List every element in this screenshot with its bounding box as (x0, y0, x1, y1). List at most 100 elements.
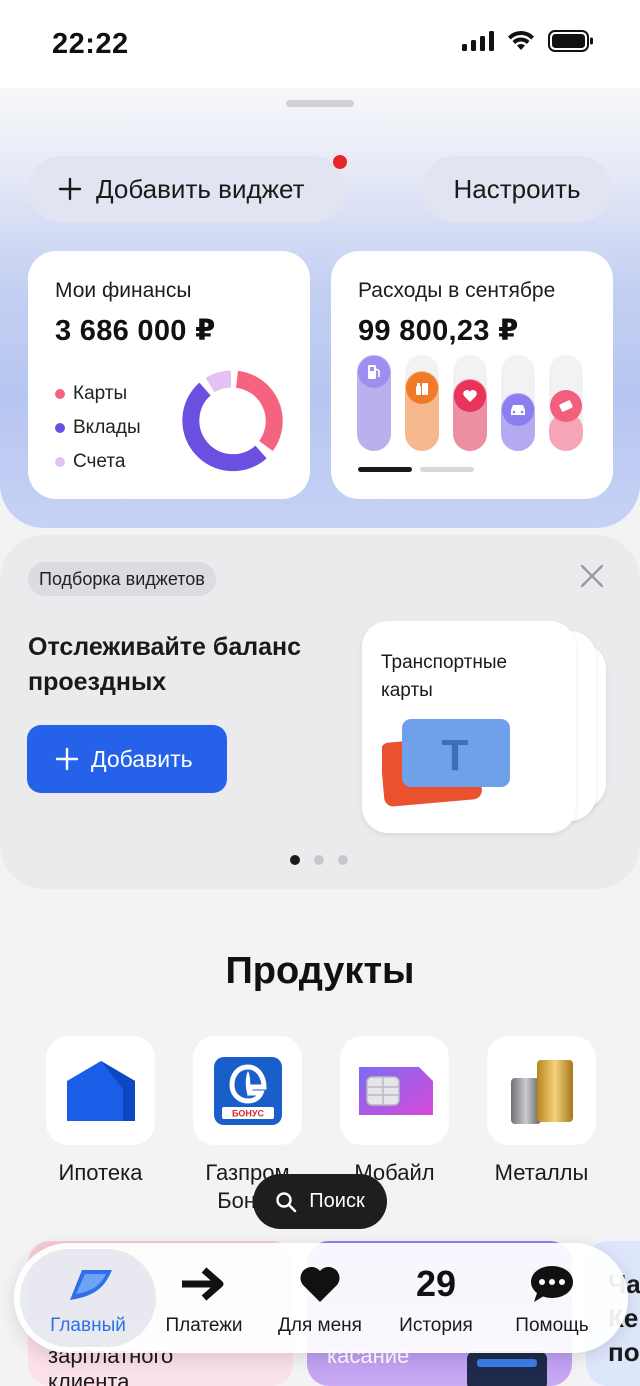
search-label: Поиск (309, 1190, 365, 1212)
expense-bar-groceries (405, 355, 439, 451)
expenses-amount: 99 800,23 ₽ (358, 315, 519, 347)
transport-card-title: Транспортные карты (381, 649, 507, 705)
add-button-label: Добавить (91, 745, 193, 772)
widget-selection-title-line2: проездных (28, 668, 167, 696)
heart-icon (298, 1261, 342, 1307)
legend-dot-cards (55, 389, 65, 399)
customize-button[interactable]: Настроить (422, 156, 612, 222)
products-title: Продукты (225, 950, 415, 992)
plus-icon (58, 177, 82, 201)
nav-label: Для меня (278, 1315, 362, 1336)
heart-icon (454, 380, 486, 412)
house-icon (66, 1060, 135, 1121)
gold-bars-icon (510, 1059, 573, 1124)
donut-segment-accounts (205, 370, 232, 393)
widgets-panel: Добавить виджет Настроить Мои финансы 3 … (0, 88, 640, 528)
customize-label: Настроить (453, 173, 581, 204)
nav-label: Главный (50, 1315, 126, 1336)
nav-item-home[interactable]: Главный (20, 1243, 156, 1353)
expenses-widget[interactable]: Расходы в сентябре 99 800,23 ₽ (331, 251, 613, 499)
transport-card-title-line2: карты (381, 680, 433, 701)
carousel-dot-active[interactable] (290, 855, 300, 865)
expenses-bars (357, 355, 583, 451)
legend-label-cards: Карты (73, 383, 128, 404)
arrow-right-icon (180, 1261, 228, 1307)
plus-icon (55, 747, 79, 771)
legend-item-cards: Карты (55, 377, 141, 411)
widget-selection-panel: Подборка виджетов Отслеживайте баланс пр… (0, 535, 640, 889)
bottom-navigation: Главный Платежи Для меня 29 История Помо… (14, 1243, 628, 1353)
sim-card-icon (358, 1066, 433, 1115)
nav-item-help[interactable]: Помощь (504, 1243, 600, 1353)
transport-card-title-line1: Транспортные (381, 652, 508, 673)
history-date: 29 (415, 1263, 457, 1304)
finances-widget[interactable]: Мои финансы 3 686 000 ₽ Карты Вклады Сче… (28, 251, 310, 499)
nav-item-payments[interactable]: Платежи (156, 1243, 252, 1353)
carousel-dot[interactable] (338, 855, 348, 865)
legend-item-accounts: Счета (55, 445, 141, 479)
wifi-icon (508, 30, 534, 50)
product-label: Металлы (494, 1160, 589, 1185)
nav-item-history[interactable]: 29 История (386, 1243, 486, 1353)
legend-label-deposits: Вклады (73, 417, 141, 438)
search-icon (276, 1191, 297, 1212)
chat-icon (529, 1261, 575, 1307)
donut-segment-deposits (182, 382, 267, 472)
transport-card-letter: Т (442, 731, 469, 780)
nav-label: Платежи (165, 1315, 243, 1336)
product-tile (340, 1036, 449, 1145)
promo-text-line3: по (608, 1337, 640, 1367)
pager-line-active (358, 467, 412, 472)
ticket-icon (550, 390, 582, 422)
expense-bar-tickets (549, 355, 583, 451)
add-widget-button[interactable]: Добавить виджет (28, 156, 346, 222)
expense-bar-health (453, 355, 487, 451)
status-bar: 22:22 (0, 0, 640, 88)
pager-line (420, 467, 474, 472)
nav-label: Помощь (515, 1315, 589, 1336)
product-metals[interactable]: Металлы (487, 1036, 596, 1215)
expense-bar-car (501, 355, 535, 451)
calendar-date-icon: 29 (416, 1261, 456, 1307)
add-widget-label: Добавить виджет (96, 173, 305, 204)
carousel-dots (290, 855, 348, 865)
donut-segment-cards (235, 370, 283, 452)
fuel-icon (358, 356, 390, 388)
close-icon[interactable] (578, 562, 606, 590)
legend-dot-accounts (55, 457, 65, 467)
status-icons (462, 30, 594, 52)
gazprom-bonus-icon: БОНУС (213, 1056, 282, 1125)
promo-text-line2: клиента (48, 1369, 130, 1386)
expense-bar-fuel (357, 355, 391, 451)
signal-icon (462, 31, 494, 51)
finances-donut-chart (182, 370, 283, 472)
transport-card-front: Транспортные карты Т (362, 621, 576, 833)
widget-selection-chip: Подборка виджетов (28, 562, 216, 596)
carousel-dot[interactable] (314, 855, 324, 865)
transport-cards-icon: Т (382, 719, 510, 807)
legend-label-accounts: Счета (73, 451, 126, 472)
widget-selection-title-line1: Отслеживайте баланс (28, 633, 302, 661)
nav-item-for-me[interactable]: Для меня (268, 1243, 372, 1353)
product-mortgage[interactable]: Ипотека (46, 1036, 155, 1215)
sheet-grabber[interactable] (286, 100, 354, 107)
product-tile: БОНУС (193, 1036, 302, 1145)
product-tile (487, 1036, 596, 1145)
widget-selection-title: Отслеживайте баланс проездных (28, 630, 348, 700)
groceries-icon (406, 372, 438, 404)
expenses-title: Расходы в сентябре (358, 279, 556, 302)
finances-amount: 3 686 000 ₽ (55, 315, 216, 347)
nav-label: История (399, 1315, 473, 1336)
product-tile (46, 1036, 155, 1145)
finances-legend: Карты Вклады Счета (55, 377, 141, 479)
home-logo-icon (60, 1261, 116, 1307)
finances-title: Мои финансы (55, 279, 192, 302)
legend-dot-deposits (55, 423, 65, 433)
add-button[interactable]: Добавить (27, 725, 227, 793)
status-time: 22:22 (52, 28, 129, 60)
battery-icon (548, 30, 593, 52)
gazprom-bonus-badge: БОНУС (231, 1108, 264, 1118)
legend-item-deposits: Вклады (55, 411, 141, 445)
notification-dot (333, 155, 347, 169)
search-button[interactable]: Поиск (253, 1174, 387, 1229)
